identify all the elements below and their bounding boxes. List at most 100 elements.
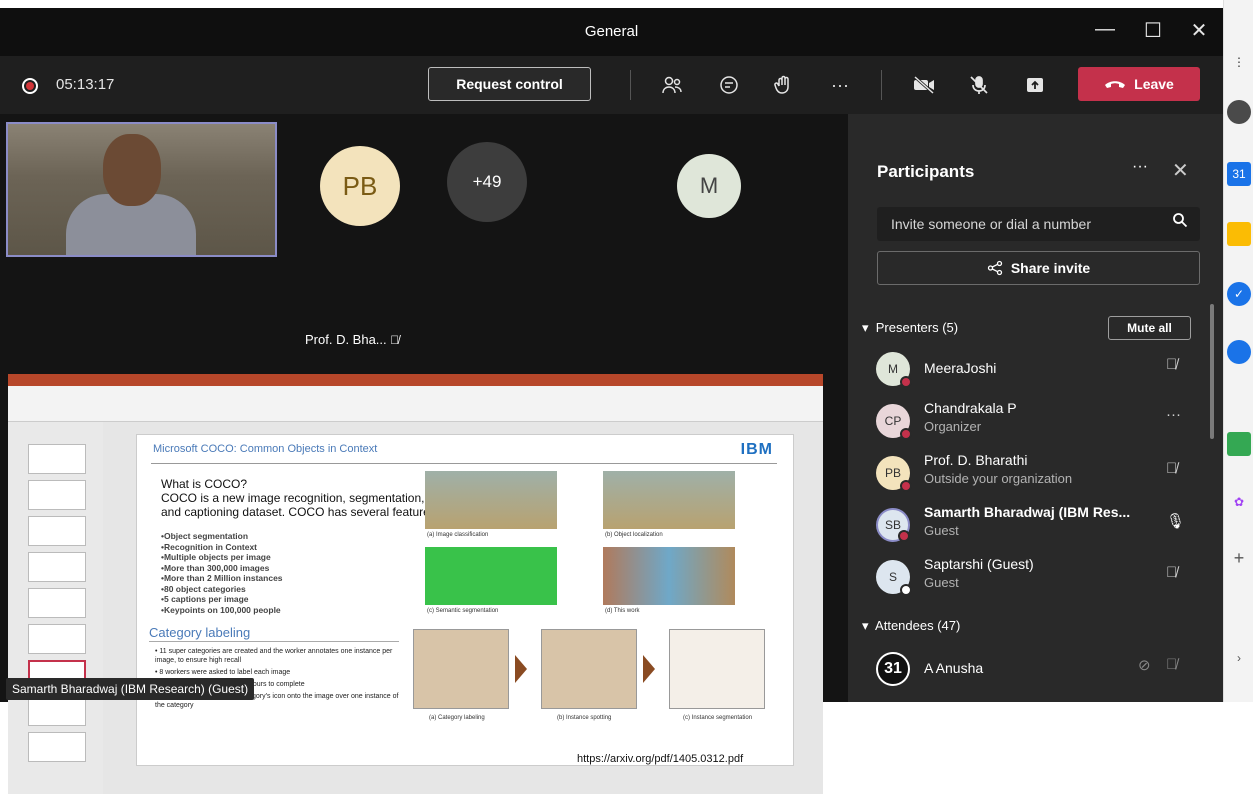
participant-row[interactable]: SB Samarth Bharadwaj (IBM Res... Guest 🎙 [876, 502, 1206, 542]
slide-header: Microsoft COCO: Common Objects in Contex… [153, 443, 378, 455]
avatar-initials: 31 [884, 660, 902, 677]
feature-item: •More than 300,000 images [161, 562, 270, 573]
powerpoint-title-bar [8, 374, 823, 386]
avatar-initials: PB [884, 466, 901, 480]
intro-line: What is COCO? [161, 477, 248, 491]
slide-thumbnail [28, 480, 86, 510]
participant-avatar-pb[interactable]: PB [320, 146, 400, 226]
panel-scrollbar[interactable] [1210, 304, 1214, 439]
feature-item: •Recognition in Context [161, 541, 257, 552]
category-bullet: • 8 workers were asked to label each ima… [155, 669, 291, 676]
panel-close-button[interactable]: ✕ [1172, 158, 1189, 183]
powerpoint-ribbon [8, 386, 823, 422]
more-icon[interactable]: ··· [1166, 406, 1181, 423]
maximize-button[interactable]: ☐ [1138, 18, 1168, 43]
chat-icon[interactable] [714, 70, 744, 100]
invite-input[interactable]: Invite someone or dial a number [877, 207, 1200, 241]
feature-item: •Keypoints on 100,000 people [161, 604, 281, 615]
request-control-button[interactable]: Request control [428, 67, 591, 101]
mute-all-button[interactable]: Mute all [1108, 316, 1191, 340]
share-icon [987, 260, 1002, 276]
avatar: PB [876, 456, 912, 492]
avatar: SB [876, 508, 910, 542]
avatar: CP [876, 404, 912, 440]
semantic-segmentation-image [425, 547, 557, 605]
mic-off-icon: 🎙̸ [1166, 564, 1178, 581]
participant-row[interactable]: PB Prof. D. Bharathi Outside your organi… [876, 450, 1206, 492]
participant-row[interactable]: M MeeraJoshi 🎙̸ [876, 346, 1206, 388]
camera-off-icon[interactable] [909, 70, 939, 100]
meeting-stage: PB Prof. D. Bha... 🎙̸ +49 M Microsoft CO… [0, 114, 848, 794]
shared-screen: Microsoft COCO: Common Objects in Contex… [8, 374, 823, 794]
window-title: General [584, 23, 639, 40]
participant-row[interactable]: S Saptarshi (Guest) Guest 🎙̸ [876, 554, 1206, 596]
participant-row[interactable]: CP Chandrakala P Organizer ··· [876, 398, 1206, 440]
keep-icon[interactable] [1227, 222, 1251, 246]
image-caption: (a) Image classification [427, 532, 489, 538]
presenters-section[interactable]: ▾ Presenters (5) [862, 320, 958, 336]
participant-avatar-m[interactable]: M [677, 154, 741, 218]
title-bar: General — ☐ ✕ [0, 8, 1223, 56]
search-icon[interactable] [1172, 212, 1188, 233]
participant-role: Guest [924, 523, 959, 538]
mic-off-icon[interactable] [964, 70, 994, 100]
attendees-section[interactable]: ▾ Attendees (47) [862, 618, 960, 634]
avatar-initials: S [888, 570, 897, 584]
presenter-name-label: Samarth Bharadwaj (IBM Research) (Guest) [6, 678, 255, 700]
more-participants-avatar[interactable]: +49 [447, 142, 527, 222]
image-caption: (b) Instance spotting [557, 715, 612, 721]
slide-thumbnail [28, 696, 86, 726]
status-icon [900, 428, 912, 440]
sheep-image [425, 471, 557, 529]
avatar: M [876, 352, 912, 388]
avatar: S [876, 560, 912, 596]
hang-up-icon [1105, 81, 1126, 88]
share-invite-button[interactable]: Share invite [877, 251, 1200, 285]
mic-off-icon: 🎙̸ [1166, 460, 1178, 477]
add-icon[interactable]: + [1227, 546, 1251, 570]
contacts-icon[interactable] [1227, 340, 1251, 364]
status-icon [900, 480, 912, 492]
slide-thumbnail [28, 732, 86, 762]
menu-icon[interactable]: ⋮ [1227, 50, 1251, 74]
arrow-icon [515, 655, 527, 683]
sheets-icon[interactable] [1227, 432, 1251, 456]
status-icon [900, 584, 912, 596]
meeting-toolbar: 05:13:17 Request control ··· Leave [0, 56, 1223, 114]
minimize-button[interactable]: — [1090, 18, 1120, 41]
panel-more-button[interactable]: ··· [1132, 158, 1148, 176]
leave-button[interactable]: Leave [1078, 67, 1200, 101]
slide-rule [151, 463, 777, 464]
meeting-timer: 05:13:17 [56, 76, 115, 93]
participant-name: A Anusha [924, 660, 984, 676]
tasks-icon[interactable]: ✓ [1227, 282, 1251, 306]
participant-name: Chandrakala P [924, 400, 1017, 416]
ibm-logo: IBM [740, 441, 773, 458]
instance-segmentation-image [603, 547, 735, 605]
mic-off-icon: 🎙̸ [1166, 356, 1178, 373]
intro-line: COCO is a new image recognition, segment… [161, 491, 440, 519]
attendees-header: Attendees (47) [875, 618, 961, 633]
share-tray-icon[interactable] [1020, 70, 1050, 100]
people-icon[interactable] [657, 70, 687, 100]
sheep-localization-image [603, 471, 735, 529]
addon-icon[interactable]: ✿ [1227, 490, 1251, 514]
mic-off-icon: 🎙̸ [390, 333, 400, 347]
participants-panel: Participants ··· ✕ Invite someone or dia… [848, 114, 1223, 702]
avatar-initials: CP [884, 414, 902, 428]
more-options-button[interactable]: ··· [825, 70, 855, 100]
status-icon [898, 530, 910, 542]
video-person-head [103, 134, 161, 206]
slide-thumbnail [28, 516, 86, 546]
calendar-icon[interactable]: 31 [1227, 162, 1251, 186]
self-video-tile[interactable] [6, 122, 277, 257]
slide-thumbnail [28, 444, 86, 474]
participant-row[interactable]: 31 A Anusha ⊘ 🎙̸ [876, 646, 1206, 686]
participant-role: Organizer [924, 419, 982, 434]
category-labeling-title: Category labeling [149, 625, 251, 640]
profile-icon[interactable] [1227, 100, 1251, 124]
divider [881, 70, 882, 100]
close-window-button[interactable]: ✕ [1184, 18, 1214, 43]
chevron-right-icon[interactable]: › [1227, 646, 1251, 670]
raise-hand-icon[interactable] [769, 70, 799, 100]
